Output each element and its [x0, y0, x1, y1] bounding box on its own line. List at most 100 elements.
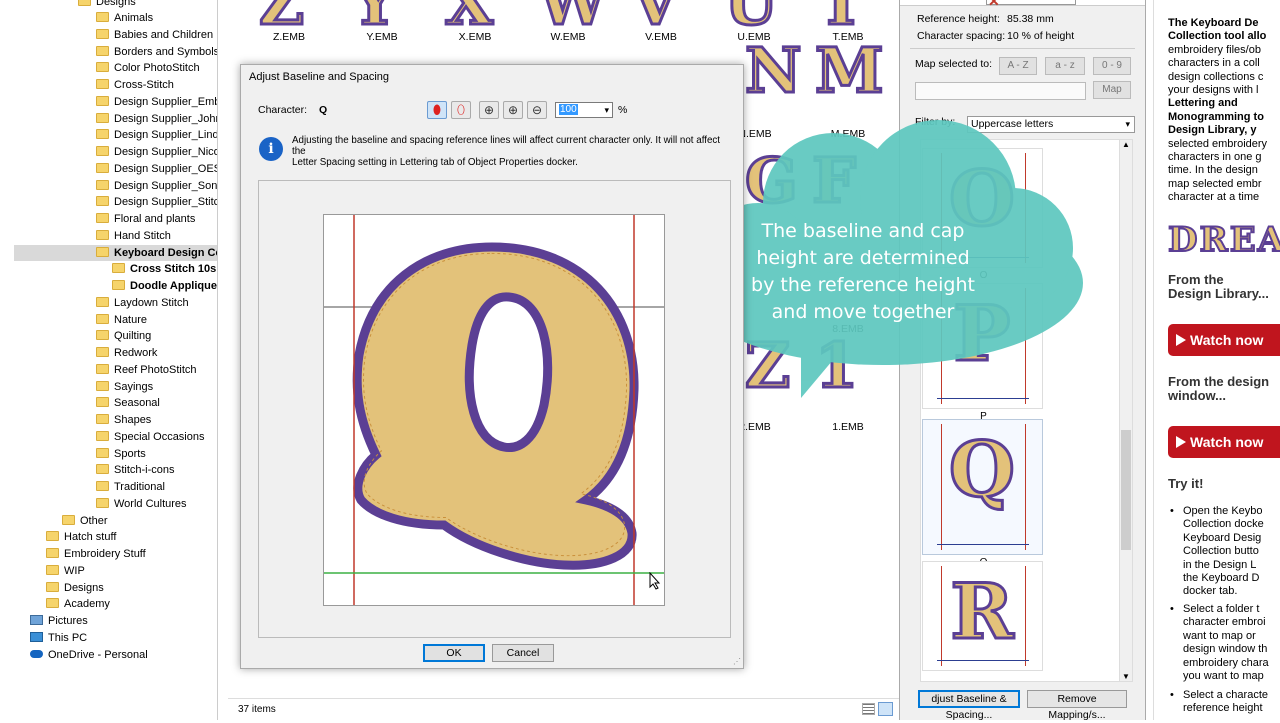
tree-item-special-occasions[interactable]: Special Occasions	[96, 429, 205, 445]
help-intro-line: map selected embr	[1168, 178, 1280, 191]
map-button[interactable]: Map	[1093, 81, 1131, 99]
tree-item-doodle-applique[interactable]: Doodle Applique	[112, 278, 217, 294]
character-thumb-q[interactable]: QQ	[922, 419, 1043, 555]
folder-icon	[96, 96, 109, 106]
design-thumb-x[interactable]: X	[445, 0, 493, 34]
tree-item-animals[interactable]: Animals	[96, 10, 153, 26]
folder-tree: Designs AnimalsBabies and ChildrenBorder…	[0, 0, 218, 720]
resize-grip-icon[interactable]: ⋰	[733, 657, 741, 666]
folder-icon	[96, 247, 109, 257]
ok-button[interactable]: OK	[423, 644, 485, 662]
scroll-thumb[interactable]	[1121, 430, 1131, 550]
design-label[interactable]: 1.EMB	[813, 421, 883, 433]
design-label[interactable]: X.EMB	[440, 31, 510, 43]
tree-item-onedrive-personal[interactable]: OneDrive - Personal	[30, 647, 148, 663]
zoom-in-icon[interactable]: ⊕	[503, 101, 523, 119]
tree-item-cross-stitch[interactable]: Cross-Stitch	[96, 77, 174, 93]
adjust-baseline-spacing-button[interactable]: djust Baseline & Spacing...	[918, 690, 1020, 708]
help-intro-line: Collection tool allo	[1168, 30, 1280, 43]
tree-item-other[interactable]: Other	[62, 513, 108, 529]
tree-item-reef-photostitch[interactable]: Reef PhotoStitch	[96, 362, 197, 378]
tree-item-borders-and-symbols[interactable]: Borders and Symbols	[96, 44, 218, 60]
tree-item-designs[interactable]: Designs	[46, 580, 104, 596]
design-thumb-partial[interactable]: M	[815, 40, 884, 102]
thumb-spacing-line	[941, 566, 942, 666]
tree-item-redwork[interactable]: Redwork	[96, 345, 157, 361]
tree-item-traditional[interactable]: Traditional	[96, 479, 165, 495]
tree-item-seasonal[interactable]: Seasonal	[96, 395, 160, 411]
tree-item-designs-root[interactable]: Designs	[78, 0, 136, 10]
remove-mapping-button[interactable]: Remove Mapping/s...	[1027, 690, 1127, 708]
remove-icon[interactable]: ✕	[988, 0, 1000, 10]
bullet-icon: •	[1170, 689, 1174, 702]
help-intro-line: design collections c	[1168, 71, 1280, 84]
tree-item-quilting[interactable]: Quilting	[96, 328, 151, 344]
scroll-up-icon[interactable]: ▲	[1122, 140, 1130, 149]
tree-item-color-photostitch[interactable]: Color PhotoStitch	[96, 60, 200, 76]
design-label[interactable]: W.EMB	[533, 31, 603, 43]
tree-item-hand-stitch[interactable]: Hand Stitch	[96, 228, 171, 244]
character-list-scrollbar[interactable]: ▲ ▼	[1119, 139, 1133, 682]
tree-item-embroidery-stuff[interactable]: Embroidery Stuff	[46, 546, 146, 562]
zoom-fit-icon[interactable]: ⊕	[479, 101, 499, 119]
callout-text: The baseline and capheight are determine…	[740, 218, 986, 326]
help-intro-line: The Keyboard De	[1168, 17, 1280, 30]
tree-item-shapes[interactable]: Shapes	[96, 412, 151, 428]
tree-item-keyboard-design-colle[interactable]: Keyboard Design Colle	[14, 245, 218, 261]
map-0-9-button[interactable]: 0 - 9	[1093, 57, 1131, 75]
help-step-line: design window th	[1183, 643, 1280, 656]
zoom-out-icon[interactable]: ⊖	[527, 101, 547, 119]
tree-item-nature[interactable]: Nature	[96, 312, 147, 328]
watch-now-button-library[interactable]: Watch now	[1168, 324, 1280, 356]
design-thumb-y[interactable]: Y	[352, 0, 396, 34]
help-intro-line: Lettering and	[1168, 97, 1280, 110]
from-library-heading: From theDesign Library...	[1168, 273, 1269, 301]
tree-item-wip[interactable]: WIP	[46, 563, 85, 579]
design-label[interactable]: Z.EMB	[254, 31, 324, 43]
design-label[interactable]: Y.EMB	[347, 31, 417, 43]
tiles-view-icon[interactable]	[878, 702, 893, 716]
cancel-button[interactable]: Cancel	[492, 644, 554, 662]
tree-item-design-supplier-stitchit[interactable]: Design Supplier_Stitchit	[96, 194, 218, 210]
map-target-field[interactable]	[915, 82, 1086, 100]
design-thumb-v[interactable]: V	[631, 0, 679, 34]
thumb-glyph: Q	[940, 426, 1024, 514]
tree-item-academy[interactable]: Academy	[46, 596, 110, 612]
watch-now-button-design[interactable]: Watch now	[1168, 426, 1280, 458]
zoom-select[interactable]: 100▾	[555, 102, 613, 118]
tree-item-cross-stitch-10spi[interactable]: Cross Stitch 10spi	[112, 261, 218, 277]
tree-item-world-cultures[interactable]: World Cultures	[96, 496, 187, 512]
tree-item-design-supplier-nicola[interactable]: Design Supplier_Nicola	[96, 144, 218, 160]
thumb-glyph: R	[940, 568, 1024, 656]
scroll-down-icon[interactable]: ▼	[1122, 672, 1130, 681]
tree-item-laydown-stitch[interactable]: Laydown Stitch	[96, 295, 189, 311]
tree-item-design-supplier-sonia-s[interactable]: Design Supplier_Sonia S	[96, 178, 218, 194]
design-thumb-t[interactable]: T	[818, 0, 864, 34]
outline-reference-icon[interactable]: ⬯	[451, 101, 471, 119]
tree-item-pictures[interactable]: Pictures	[30, 613, 88, 629]
design-thumb-w[interactable]: W	[538, 0, 608, 34]
map-lowercase-button[interactable]: a - z	[1045, 57, 1085, 75]
map-a-z-button[interactable]: A - Z	[999, 57, 1037, 75]
tree-item-hatch-stuff[interactable]: Hatch stuff	[46, 529, 116, 545]
tree-item-this-pc[interactable]: This PC	[30, 630, 87, 646]
tree-item-sayings[interactable]: Sayings	[96, 379, 153, 395]
tree-item-design-supplier-oesd[interactable]: Design Supplier_OESD	[96, 161, 218, 177]
tree-item-babies-and-children[interactable]: Babies and Children	[96, 27, 213, 43]
preview-canvas[interactable]	[323, 214, 665, 606]
tree-item-sports[interactable]: Sports	[96, 446, 146, 462]
tree-item-floral-and-plants[interactable]: Floral and plants	[96, 211, 195, 227]
tree-item-design-supplier-lindee[interactable]: Design Supplier_Lindee	[96, 127, 218, 143]
callout-line: and move together	[740, 299, 986, 326]
character-thumb-r[interactable]: R	[922, 561, 1043, 671]
design-label[interactable]: V.EMB	[626, 31, 696, 43]
design-thumb-z[interactable]: Z	[259, 0, 304, 34]
tree-item-design-supplier-embroi[interactable]: Design Supplier_Embroi	[96, 94, 218, 110]
details-view-icon[interactable]	[862, 703, 875, 715]
design-thumb-u[interactable]: U	[724, 0, 778, 34]
tree-item-design-supplier-john-d[interactable]: Design Supplier_John D	[96, 111, 218, 127]
tree-item-stitch-i-cons[interactable]: Stitch-i-cons	[96, 462, 175, 478]
fill-reference-icon[interactable]: ⬮	[427, 101, 447, 119]
character-label: Character:	[258, 104, 307, 116]
design-thumb-partial[interactable]: N	[745, 40, 802, 102]
